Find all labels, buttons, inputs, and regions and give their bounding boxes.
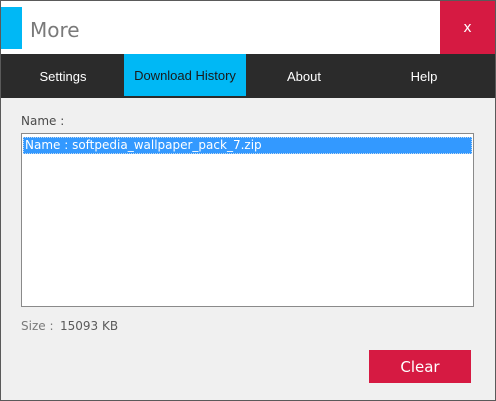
close-button[interactable]: x [440,1,495,54]
app-accent-icon [1,7,22,49]
list-item[interactable]: Name : softpedia_wallpaper_pack_7.zip [23,137,472,154]
more-window: More x Settings Download History About H… [0,0,496,401]
tab-download-history[interactable]: Download History [124,54,246,96]
size-label: Size : [21,319,54,333]
name-label: Name : [21,114,65,128]
window-title: More [30,18,80,42]
tab-settings[interactable]: Settings [23,54,103,98]
nav-bar: Settings Download History About Help [1,54,495,98]
download-history-list[interactable]: Name : softpedia_wallpaper_pack_7.zip [21,133,474,307]
size-value: 15093 KB [60,319,119,333]
tab-about[interactable]: About [264,54,344,98]
title-bar[interactable]: More x [1,1,495,54]
clear-button[interactable]: Clear [369,350,471,383]
tab-help[interactable]: Help [384,54,464,98]
